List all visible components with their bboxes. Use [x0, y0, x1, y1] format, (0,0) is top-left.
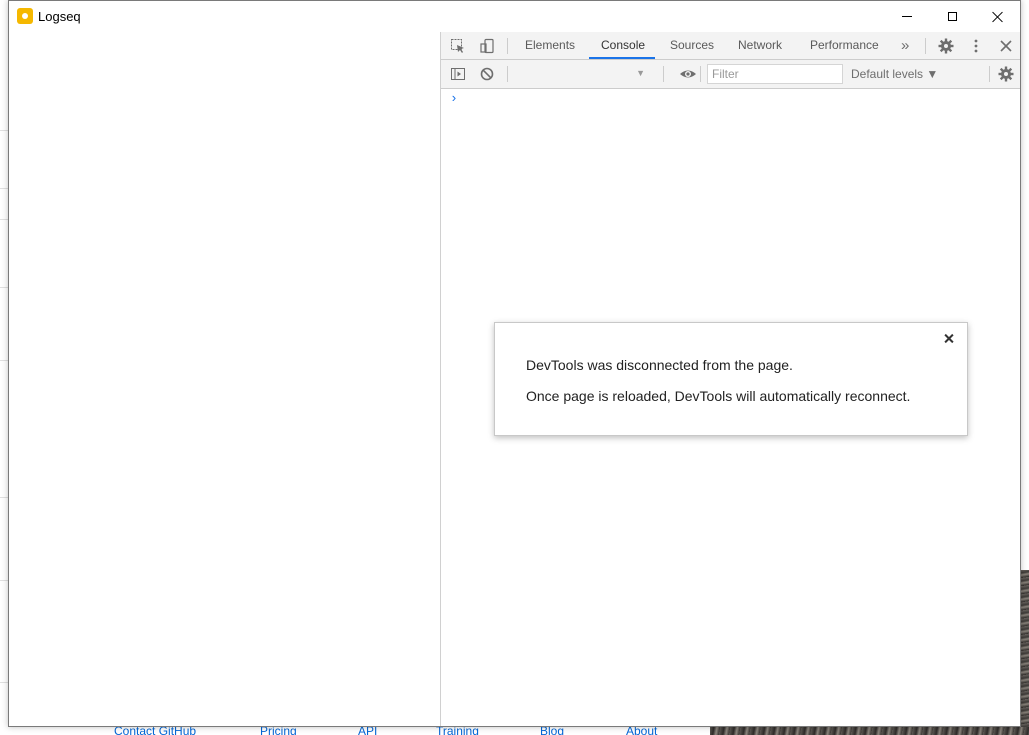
- dialog-message-disconnected: DevTools was disconnected from the page.: [526, 357, 793, 373]
- background-divider: [0, 287, 8, 288]
- footer-link-contact-github[interactable]: Contact GitHub: [114, 727, 196, 735]
- devtools-disconnected-dialog: DevTools was disconnected from the page.…: [494, 322, 968, 436]
- console-filter-input[interactable]: [707, 64, 843, 84]
- log-levels-dropdown[interactable]: Default levels ▼: [851, 65, 938, 83]
- background-divider: [0, 360, 8, 361]
- devtools-tab-bar: Elements Console Sources Network Perform…: [441, 32, 1020, 60]
- device-toolbar-icon[interactable]: [478, 37, 496, 55]
- clear-console-icon[interactable]: [478, 65, 496, 83]
- dialog-message-reconnect: Once page is reloaded, DevTools will aut…: [526, 388, 911, 404]
- toolbar-divider: [507, 66, 508, 82]
- logseq-app-icon: [17, 8, 33, 24]
- close-devtools-icon[interactable]: [997, 37, 1015, 55]
- close-icon: [992, 11, 1004, 23]
- background-divider: [0, 219, 8, 220]
- window-title: Logseq: [38, 9, 81, 24]
- dialog-close-icon[interactable]: [943, 333, 955, 345]
- tab-console[interactable]: Console: [589, 32, 655, 59]
- footer-link-training[interactable]: Training: [436, 727, 479, 735]
- inspect-element-icon[interactable]: [449, 37, 467, 55]
- more-options-kebab-icon[interactable]: [967, 37, 985, 55]
- tab-network[interactable]: Network: [738, 32, 782, 59]
- app-content-pane: [9, 32, 441, 726]
- dropdown-arrow-icon: ▼: [636, 68, 645, 78]
- minimize-icon: [902, 16, 912, 17]
- background-page-footer: Contact GitHub Pricing API Training Blog…: [0, 727, 710, 735]
- footer-link-about[interactable]: About: [626, 727, 657, 735]
- toolbar-divider: [989, 66, 990, 82]
- footer-link-api[interactable]: API: [358, 727, 377, 735]
- toolbar-divider: [507, 38, 508, 54]
- tab-sources[interactable]: Sources: [670, 32, 714, 59]
- toolbar-divider: [700, 66, 701, 82]
- wallpaper-rock-texture-bottom: [710, 727, 1029, 735]
- background-divider: [0, 188, 8, 189]
- toolbar-divider: [663, 66, 664, 82]
- more-tabs-chevron-icon[interactable]: »: [901, 32, 909, 59]
- maximize-button[interactable]: [929, 1, 975, 32]
- console-toolbar: ▼ Default levels ▼: [441, 60, 1020, 89]
- show-sidebar-icon[interactable]: [449, 65, 467, 83]
- wallpaper-rock-texture: [1021, 570, 1029, 735]
- minimize-button[interactable]: [884, 1, 930, 32]
- close-window-button[interactable]: [975, 1, 1021, 32]
- console-prompt-chevron-icon: ›: [450, 91, 458, 106]
- background-divider: [0, 580, 8, 581]
- background-divider: [0, 497, 8, 498]
- tab-elements[interactable]: Elements: [525, 32, 575, 59]
- background-divider: [0, 130, 8, 131]
- footer-link-pricing[interactable]: Pricing: [260, 727, 297, 735]
- footer-link-blog[interactable]: Blog: [540, 727, 564, 735]
- settings-gear-icon[interactable]: [937, 37, 955, 55]
- maximize-icon: [947, 12, 957, 21]
- background-divider: [0, 682, 8, 683]
- tab-performance[interactable]: Performance: [810, 32, 879, 59]
- javascript-context-select[interactable]: ▼: [511, 64, 651, 84]
- live-expression-eye-icon[interactable]: [679, 65, 697, 83]
- console-settings-gear-icon[interactable]: [997, 65, 1015, 83]
- title-bar[interactable]: Logseq: [9, 1, 1020, 32]
- toolbar-divider: [925, 38, 926, 54]
